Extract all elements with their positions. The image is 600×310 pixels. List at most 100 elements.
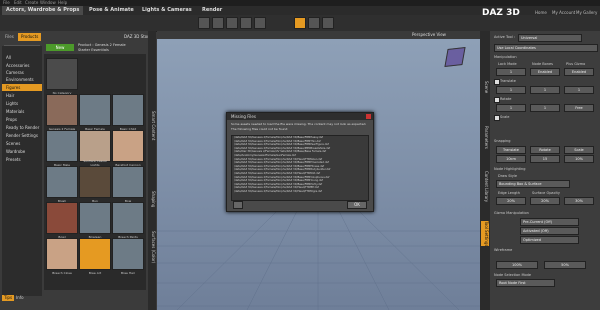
close-icon[interactable] — [366, 114, 371, 119]
tab-products[interactable]: Products — [18, 33, 42, 41]
node-bones-label: Node Bones — [532, 62, 553, 66]
missing-file-list[interactable]: /data/DAZ 3D/Genesis 2/Female/Morphs/DAZ… — [231, 135, 369, 201]
edge-length-label: Edge Length — [498, 191, 520, 195]
translate-y-field[interactable]: 1 — [530, 86, 560, 94]
wireframe-heading: Wireframe — [494, 248, 513, 252]
ok-button[interactable]: OK — [347, 201, 367, 209]
product-thumb[interactable]: Blush — [46, 166, 78, 203]
tab-lights-cameras[interactable]: Lights & Cameras — [138, 6, 196, 15]
rotate-z-field[interactable]: Free — [564, 104, 594, 112]
rotate-y-field[interactable]: 1 — [530, 104, 560, 112]
category-item[interactable]: All — [2, 54, 42, 61]
snap-scale-field[interactable]: 10% — [564, 155, 594, 163]
view-cube-icon[interactable] — [444, 47, 466, 67]
snap-rotate-button[interactable]: Rotate — [530, 146, 560, 154]
list-item: /data/DAZ 3D/Genesis 2/Female/Morphs/DAZ… — [234, 189, 322, 193]
surface-opacity-label: Surface Opacity — [532, 191, 560, 195]
tab-smart-content[interactable]: Smart Content — [148, 111, 156, 140]
active-tool-select[interactable]: Universal — [518, 34, 582, 42]
gizmo-select-2[interactable]: Activated (Off) — [520, 227, 579, 235]
node-selection-select[interactable]: Root Node First — [496, 279, 555, 287]
category-item[interactable]: Render Settings — [2, 132, 42, 139]
category-item[interactable]: Presets — [2, 156, 42, 163]
tab-pose-animate[interactable]: Pose & Animate — [85, 6, 138, 15]
node-bones-field[interactable]: Enabled — [530, 68, 560, 76]
surface-opacity-field[interactable]: 20% — [530, 197, 560, 205]
wireframe-selected-field[interactable]: 50% — [544, 261, 586, 269]
node-tool-icon[interactable] — [212, 17, 224, 29]
snap-translate-button[interactable]: Translate — [496, 146, 526, 154]
product-thumb[interactable]: Genesis 2 Female — [46, 94, 78, 131]
product-thumb[interactable]: Bree Art — [79, 238, 111, 275]
gizmo-select-1[interactable]: Pre-Current (Off) — [520, 218, 579, 226]
category-item[interactable]: Props — [2, 116, 42, 123]
category-item[interactable]: Scenes — [2, 140, 42, 147]
tab-tool-settings[interactable]: Tool Settings — [481, 221, 489, 247]
node-selection-label: Node Selection Mode — [494, 273, 532, 277]
new-button[interactable]: New — [46, 44, 74, 51]
category-item[interactable]: Wardrobe — [2, 148, 42, 155]
product-thumb[interactable]: Breech Close — [46, 238, 78, 275]
tab-info[interactable]: Info — [14, 295, 26, 301]
gizmo-heading: Gizmo Manipulation — [494, 211, 529, 215]
universal-tool-icon[interactable] — [294, 17, 306, 29]
snap-rotate-field[interactable]: 15 — [530, 155, 560, 163]
product-thumb[interactable]: Basic Child — [112, 94, 144, 131]
plus-gizmo-field[interactable]: Enabled — [564, 68, 594, 76]
product-thumb[interactable]: Sunflare Casual Lights — [79, 130, 111, 167]
translate-z-field[interactable]: 1 — [564, 86, 594, 94]
category-item[interactable]: Lights — [2, 100, 42, 107]
product-thumb[interactable]: Bowlean — [79, 202, 111, 239]
tab-parameters[interactable]: Parameters — [481, 126, 489, 149]
product-thumb[interactable]: Basic Female — [79, 94, 111, 131]
category-item[interactable]: Materials — [2, 108, 42, 115]
draw-style-select[interactable]: Bounding Box & Surface — [496, 180, 570, 188]
product-thumb[interactable]: Bree Hair — [112, 238, 144, 275]
manipulation-heading: Manipulation — [494, 55, 517, 59]
snap-translate-field[interactable]: 10cm — [496, 155, 526, 163]
category-item[interactable]: Cameras — [2, 69, 42, 76]
product-thumb[interactable]: Bun — [79, 166, 111, 203]
tab-shaping[interactable]: Shaping — [148, 191, 156, 207]
tab-actors-wardrobe-props[interactable]: Actors, Wardrobe & Props — [2, 6, 84, 15]
category-item[interactable]: Hair — [2, 92, 42, 99]
draw-style-label: Draw Style — [498, 174, 518, 178]
snapping-heading: Snapping — [494, 139, 511, 143]
active-tool-label: Active Tool : — [494, 35, 516, 39]
category-item[interactable]: Environments — [2, 76, 42, 83]
plus-gizmo-label: Plus Gizmo — [566, 62, 586, 66]
tab-render[interactable]: Render — [198, 6, 226, 15]
product-thumb[interactable]: Bow — [112, 166, 144, 203]
wireframe-opacity-field[interactable]: 100% — [496, 261, 538, 269]
scale-label: Scale — [500, 115, 510, 119]
rotate-x-field[interactable]: 1 — [496, 104, 526, 112]
move-tool-icon[interactable] — [226, 17, 238, 29]
product-thumb[interactable]: Breech Pants — [112, 202, 144, 239]
tab-surfaces-color[interactable]: Surfaces (Color) — [148, 231, 156, 263]
camera-selector[interactable]: Perspective View — [412, 31, 446, 39]
no-category-thumb[interactable]: No Category — [46, 58, 78, 95]
tab-content-library[interactable]: Content Library — [481, 171, 489, 202]
spot-render-icon[interactable] — [308, 17, 320, 29]
tab-scene[interactable]: Scene — [481, 81, 489, 93]
select-tool-icon[interactable] — [198, 17, 210, 29]
selected-opacity-field[interactable]: 30% — [564, 197, 594, 205]
category-item[interactable]: Accessories — [2, 62, 42, 69]
snap-scale-button[interactable]: Scale — [564, 146, 594, 154]
coordinates-select[interactable]: Use Local Coordinates — [494, 44, 598, 52]
category-item[interactable]: Ready to Render — [2, 124, 42, 131]
rotate-tool-icon[interactable] — [240, 17, 252, 29]
render-icon[interactable] — [322, 17, 334, 29]
translate-x-field[interactable]: 1 — [496, 86, 526, 94]
product-thumb[interactable]: Basic Male — [46, 130, 78, 167]
copy-icon[interactable] — [233, 201, 243, 209]
product-thumb[interactable]: Bowl — [46, 202, 78, 239]
category-item-selected[interactable]: Figures — [2, 84, 42, 91]
lock-mode-field[interactable]: 1 — [496, 68, 526, 76]
gizmo-select-3[interactable]: Optimized — [520, 236, 579, 244]
tab-files[interactable]: Files — [2, 33, 17, 41]
product-thumb[interactable]: Barefoot Cannon — [112, 130, 144, 167]
edge-length-field[interactable]: 20% — [496, 197, 526, 205]
scale-tool-icon[interactable] — [254, 17, 266, 29]
tab-tips[interactable]: Tips — [2, 295, 15, 301]
